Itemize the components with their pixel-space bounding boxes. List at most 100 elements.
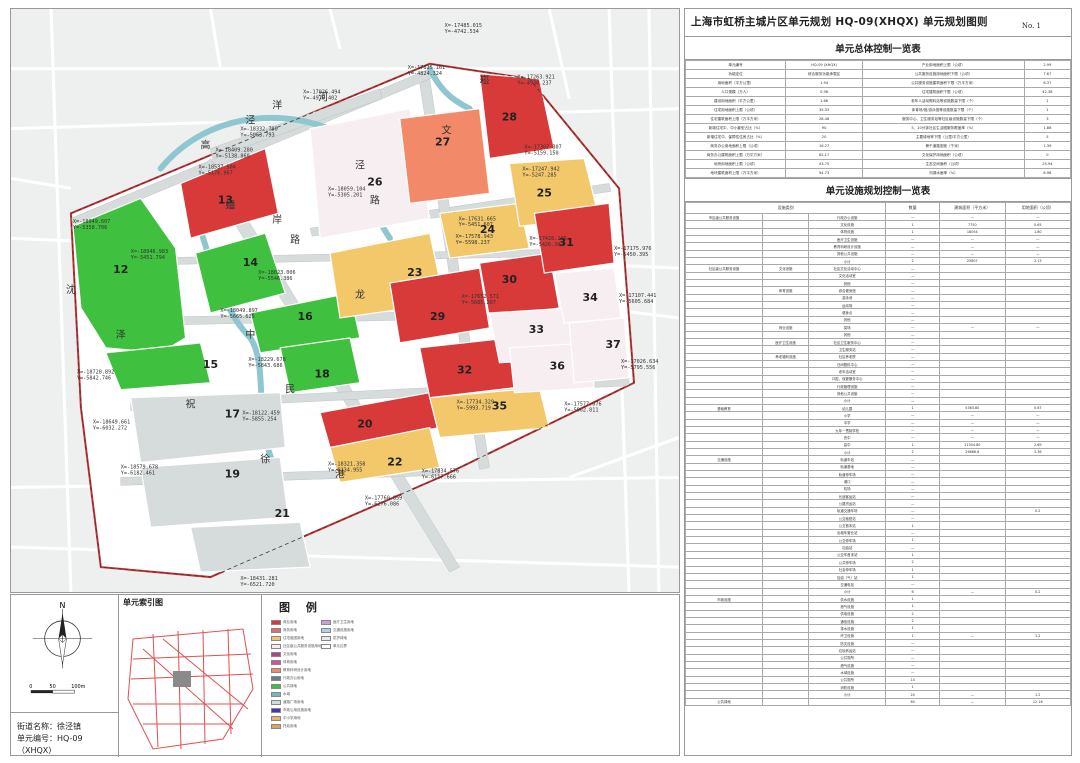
table-cell bbox=[761, 345, 810, 354]
table-cell: 商务办公建筑面积上限（万平方米） bbox=[684, 150, 787, 160]
table-cell bbox=[685, 682, 763, 692]
table-cell bbox=[939, 528, 1006, 538]
legend-label: 道路广场用地 bbox=[283, 700, 304, 704]
table-cell: — bbox=[885, 279, 941, 288]
table-cell bbox=[761, 631, 810, 640]
legend-label: 水域 bbox=[283, 692, 290, 696]
table-cell: 加油站 bbox=[808, 543, 887, 552]
table-cell: — bbox=[885, 323, 941, 332]
legend-label: 医疗卫生用地 bbox=[333, 620, 354, 624]
plot-label-20: 20 bbox=[357, 418, 373, 431]
table-cell bbox=[685, 528, 763, 538]
plot-label-21: 21 bbox=[275, 507, 290, 520]
legend-item: 交通设施用地 bbox=[321, 627, 369, 634]
coord-y: Y=-5993.719 bbox=[457, 406, 491, 412]
table-cell: 0.2 bbox=[1004, 587, 1072, 596]
table-cell bbox=[939, 580, 1006, 589]
table-cell: 2.69 bbox=[1004, 440, 1072, 450]
table-cell: 1.39 bbox=[1023, 141, 1072, 151]
table-cell bbox=[1004, 558, 1072, 567]
table-row: 轨道停车场 — bbox=[685, 470, 1072, 479]
table-row: 养老福利设施 社区养老院 — bbox=[685, 352, 1072, 361]
table-cell: 1.80 bbox=[1004, 227, 1072, 237]
table-cell: 体育设施 bbox=[761, 286, 810, 295]
table-cell bbox=[1004, 470, 1072, 479]
legend-swatch bbox=[321, 636, 331, 641]
table-row: 用地面积（平方公里） 1.94 公共服务设施建筑面积下限（万平方米） 6.37 bbox=[684, 78, 1072, 88]
table-row: 口腔、保健服务中心 — bbox=[685, 374, 1072, 383]
table-cell bbox=[761, 220, 810, 229]
table-cell: 1 bbox=[885, 227, 941, 237]
coord-y: Y=-5358.706 bbox=[73, 225, 107, 231]
table-cell bbox=[761, 528, 810, 538]
table-cell: 服务中心、卫生服务站等社区级设施数量下限（个） bbox=[862, 114, 1025, 124]
legend-swatch bbox=[271, 668, 281, 673]
table-cell bbox=[939, 558, 1006, 567]
table-cell: — bbox=[1004, 235, 1072, 244]
table-cell bbox=[761, 396, 810, 405]
table-cell bbox=[1004, 381, 1072, 391]
table-cell bbox=[939, 279, 1006, 288]
table-cell bbox=[761, 572, 810, 582]
table-cell bbox=[1004, 492, 1072, 501]
coord-y: Y=-4742.534 bbox=[445, 29, 479, 35]
table-cell bbox=[761, 249, 810, 259]
table-row: 其他公共设施 — — — bbox=[685, 249, 1072, 259]
table-cell: 社会停车场 bbox=[808, 565, 887, 574]
table-row: 医疗卫生设施 社区卫生服务中心 — bbox=[685, 337, 1072, 347]
legend-label: 公共绿地 bbox=[283, 684, 297, 688]
table-cell: — bbox=[885, 330, 941, 339]
table-cell bbox=[939, 293, 1006, 303]
table-cell bbox=[685, 337, 763, 347]
table-cell bbox=[939, 367, 1006, 376]
road-label: 崧 bbox=[480, 75, 490, 87]
table-cell: 1.66 bbox=[785, 96, 864, 106]
table-cell bbox=[685, 470, 763, 479]
table-cell: — bbox=[939, 249, 1006, 259]
table-cell bbox=[761, 411, 810, 420]
table-row: 小学 — — — bbox=[685, 411, 1072, 420]
table-cell bbox=[939, 484, 1006, 494]
legend-label: 防护绿地 bbox=[333, 636, 347, 640]
table-cell bbox=[761, 697, 810, 707]
coord-y: Y=-5063.793 bbox=[240, 133, 274, 139]
legend-item: 教育科研设计用地 bbox=[271, 667, 319, 674]
table-cell bbox=[685, 587, 763, 596]
legend-item: 防护绿地 bbox=[321, 635, 369, 642]
table-cell bbox=[761, 521, 810, 530]
table-row: 健身点 — bbox=[685, 308, 1072, 317]
table-cell: 环卫设施 bbox=[808, 631, 887, 640]
legend-label: 市政公用设施用地 bbox=[283, 708, 311, 712]
legend-grid: 商业用地 商务用地 住宅组团用地 社区级公共服务设施用地 文化用地 体育用地 教育科研设计用… bbox=[271, 619, 673, 749]
table-cell: 港口 bbox=[808, 477, 887, 486]
compass-icon: N 0 50 100m bbox=[29, 601, 93, 694]
table-cell: 建设用地面积（平方公里） bbox=[684, 96, 787, 106]
table-cell: — bbox=[885, 455, 941, 464]
table-cell bbox=[761, 543, 810, 552]
table-cell: — bbox=[885, 396, 941, 405]
table-cell: 供水设施 bbox=[808, 594, 887, 604]
table-cell: — bbox=[885, 514, 941, 523]
table-cell bbox=[685, 558, 763, 567]
table-row: 行政管理设施 — bbox=[685, 381, 1072, 391]
table-cell bbox=[939, 594, 1006, 604]
table-cell: 行政办公设施 bbox=[808, 212, 887, 222]
road-label: 龙 bbox=[355, 288, 365, 301]
plot-label-12: 12 bbox=[113, 263, 128, 276]
scale-label-100: 100m bbox=[71, 684, 85, 690]
legend-box: 图 例 商业用地 商务用地 住宅组团用地 社区级公共服务设施用地 文化用地 体育用地 教育科… bbox=[263, 595, 680, 757]
plot-label-14: 14 bbox=[243, 256, 259, 269]
table-row: 排水设施 1 bbox=[685, 624, 1072, 633]
table-cell bbox=[1004, 609, 1072, 618]
table-cell: 公交车首末站 bbox=[808, 550, 887, 560]
table-cell: — bbox=[939, 425, 1006, 435]
table-cell bbox=[761, 235, 810, 244]
table-cell: — bbox=[885, 242, 941, 251]
table-cell bbox=[761, 646, 810, 655]
table-cell: 日间照料中心 bbox=[808, 359, 887, 369]
table-cell: — bbox=[885, 264, 941, 273]
table-cell: 住宅用地面积上限（公顷） bbox=[684, 105, 787, 115]
table-cell: 文化活动室 bbox=[808, 271, 887, 281]
table-cell: 其他 bbox=[808, 279, 887, 288]
table-cell bbox=[685, 359, 763, 369]
